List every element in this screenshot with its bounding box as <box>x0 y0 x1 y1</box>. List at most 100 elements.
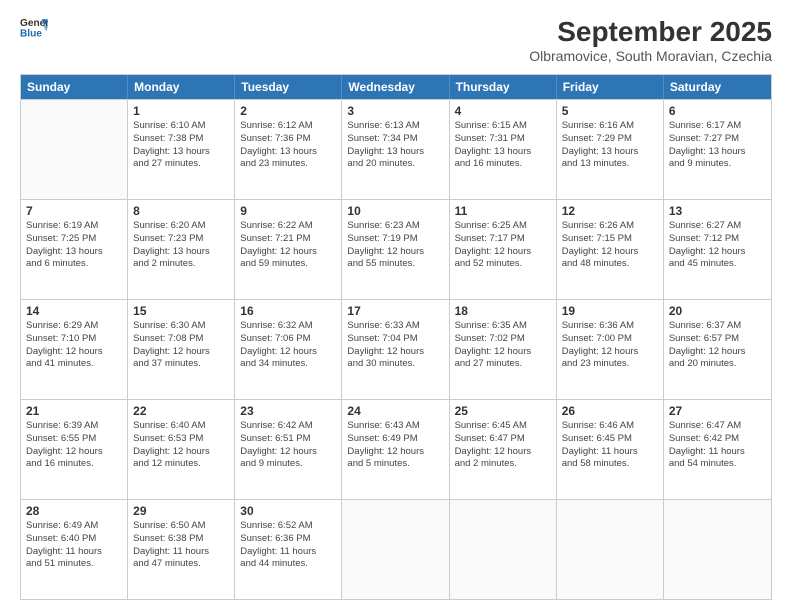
day-number: 4 <box>455 104 551 118</box>
calendar-week-3: 14Sunrise: 6:29 AM Sunset: 7:10 PM Dayli… <box>21 299 771 399</box>
day-info: Sunrise: 6:36 AM Sunset: 7:00 PM Dayligh… <box>562 320 658 371</box>
day-cell-14: 14Sunrise: 6:29 AM Sunset: 7:10 PM Dayli… <box>21 300 128 399</box>
day-info: Sunrise: 6:26 AM Sunset: 7:15 PM Dayligh… <box>562 220 658 271</box>
day-info: Sunrise: 6:42 AM Sunset: 6:51 PM Dayligh… <box>240 420 336 471</box>
day-info: Sunrise: 6:17 AM Sunset: 7:27 PM Dayligh… <box>669 120 766 171</box>
day-number: 5 <box>562 104 658 118</box>
svg-text:Blue: Blue <box>20 28 42 38</box>
day-info: Sunrise: 6:40 AM Sunset: 6:53 PM Dayligh… <box>133 420 229 471</box>
day-number: 13 <box>669 204 766 218</box>
day-number: 18 <box>455 304 551 318</box>
day-number: 9 <box>240 204 336 218</box>
day-cell-2: 2Sunrise: 6:12 AM Sunset: 7:36 PM Daylig… <box>235 100 342 199</box>
day-cell-10: 10Sunrise: 6:23 AM Sunset: 7:19 PM Dayli… <box>342 200 449 299</box>
day-info: Sunrise: 6:35 AM Sunset: 7:02 PM Dayligh… <box>455 320 551 371</box>
location-title: Olbramovice, South Moravian, Czechia <box>529 48 772 64</box>
logo: General Blue <box>20 16 48 38</box>
day-cell-30: 30 Sunrise: 6:52 AM Sunset: 6:36 PM Dayli… <box>235 500 342 599</box>
day-number: 29 <box>133 504 229 518</box>
day-number: 21 <box>26 404 122 418</box>
weekday-header-thursday: Thursday <box>450 75 557 99</box>
calendar-week-1: 1 Sunrise: 6:10 AM Sunset: 7:38 PM Daylig… <box>21 99 771 199</box>
day-info: Sunrise: 6:16 AM Sunset: 7:29 PM Dayligh… <box>562 120 658 171</box>
day-number: 11 <box>455 204 551 218</box>
day-cell-27: 27 Sunrise: 6:47 AM Sunset: 6:42 PM Dayli… <box>664 400 771 499</box>
day-cell-23: 23Sunrise: 6:42 AM Sunset: 6:51 PM Dayli… <box>235 400 342 499</box>
day-cell-3: 3 Sunrise: 6:13 AM Sunset: 7:34 PM Daylig… <box>342 100 449 199</box>
day-number: 8 <box>133 204 229 218</box>
weekday-header-friday: Friday <box>557 75 664 99</box>
calendar: SundayMondayTuesdayWednesdayThursdayFrid… <box>20 74 772 600</box>
day-cell-20: 20 Sunrise: 6:37 AM Sunset: 6:57 PM Dayli… <box>664 300 771 399</box>
day-info: Sunrise: 6:33 AM Sunset: 7:04 PM Dayligh… <box>347 320 443 371</box>
day-number: 17 <box>347 304 443 318</box>
weekday-header-saturday: Saturday <box>664 75 771 99</box>
day-number: 19 <box>562 304 658 318</box>
day-number: 22 <box>133 404 229 418</box>
day-info: Sunrise: 6:13 AM Sunset: 7:34 PM Dayligh… <box>347 120 443 171</box>
day-cell-15: 15 Sunrise: 6:30 AM Sunset: 7:08 PM Dayli… <box>128 300 235 399</box>
day-number: 7 <box>26 204 122 218</box>
day-info: Sunrise: 6:27 AM Sunset: 7:12 PM Dayligh… <box>669 220 766 271</box>
day-cell-28: 28 Sunrise: 6:49 AM Sunset: 6:40 PM Dayli… <box>21 500 128 599</box>
calendar-week-5: 28 Sunrise: 6:49 AM Sunset: 6:40 PM Dayli… <box>21 499 771 599</box>
day-cell-21: 21 Sunrise: 6:39 AM Sunset: 6:55 PM Dayli… <box>21 400 128 499</box>
day-cell-24: 24Sunrise: 6:43 AM Sunset: 6:49 PM Dayli… <box>342 400 449 499</box>
month-title: September 2025 <box>529 16 772 48</box>
day-info: Sunrise: 6:19 AM Sunset: 7:25 PM Dayligh… <box>26 220 122 271</box>
day-number: 3 <box>347 104 443 118</box>
day-number: 30 <box>240 504 336 518</box>
title-block: September 2025 Olbramovice, South Moravi… <box>529 16 772 64</box>
day-info: Sunrise: 6:32 AM Sunset: 7:06 PM Dayligh… <box>240 320 336 371</box>
day-info: Sunrise: 6:15 AM Sunset: 7:31 PM Dayligh… <box>455 120 551 171</box>
day-info: Sunrise: 6:10 AM Sunset: 7:38 PM Dayligh… <box>133 120 229 171</box>
day-cell-5: 5 Sunrise: 6:16 AM Sunset: 7:29 PM Daylig… <box>557 100 664 199</box>
calendar-week-4: 21 Sunrise: 6:39 AM Sunset: 6:55 PM Dayli… <box>21 399 771 499</box>
day-cell-18: 18 Sunrise: 6:35 AM Sunset: 7:02 PM Dayli… <box>450 300 557 399</box>
day-cell-8: 8 Sunrise: 6:20 AM Sunset: 7:23 PM Daylig… <box>128 200 235 299</box>
calendar-body: 1 Sunrise: 6:10 AM Sunset: 7:38 PM Daylig… <box>21 99 771 599</box>
day-info: Sunrise: 6:47 AM Sunset: 6:42 PM Dayligh… <box>669 420 766 471</box>
day-number: 10 <box>347 204 443 218</box>
day-cell-17: 17 Sunrise: 6:33 AM Sunset: 7:04 PM Dayli… <box>342 300 449 399</box>
day-info: Sunrise: 6:30 AM Sunset: 7:08 PM Dayligh… <box>133 320 229 371</box>
day-number: 1 <box>133 104 229 118</box>
day-info: Sunrise: 6:46 AM Sunset: 6:45 PM Dayligh… <box>562 420 658 471</box>
day-info: Sunrise: 6:43 AM Sunset: 6:49 PM Dayligh… <box>347 420 443 471</box>
empty-cell <box>450 500 557 599</box>
day-info: Sunrise: 6:52 AM Sunset: 6:36 PM Dayligh… <box>240 520 336 571</box>
empty-cell <box>342 500 449 599</box>
empty-cell <box>21 100 128 199</box>
day-info: Sunrise: 6:39 AM Sunset: 6:55 PM Dayligh… <box>26 420 122 471</box>
day-cell-1: 1 Sunrise: 6:10 AM Sunset: 7:38 PM Daylig… <box>128 100 235 199</box>
day-cell-6: 6 Sunrise: 6:17 AM Sunset: 7:27 PM Daylig… <box>664 100 771 199</box>
page: General Blue September 2025 Olbramovice,… <box>0 0 792 612</box>
day-info: Sunrise: 6:25 AM Sunset: 7:17 PM Dayligh… <box>455 220 551 271</box>
day-number: 27 <box>669 404 766 418</box>
day-number: 25 <box>455 404 551 418</box>
weekday-header-wednesday: Wednesday <box>342 75 449 99</box>
day-info: Sunrise: 6:37 AM Sunset: 6:57 PM Dayligh… <box>669 320 766 371</box>
day-cell-9: 9 Sunrise: 6:22 AM Sunset: 7:21 PM Daylig… <box>235 200 342 299</box>
day-number: 26 <box>562 404 658 418</box>
day-cell-25: 25Sunrise: 6:45 AM Sunset: 6:47 PM Dayli… <box>450 400 557 499</box>
day-number: 15 <box>133 304 229 318</box>
day-number: 6 <box>669 104 766 118</box>
day-cell-13: 13 Sunrise: 6:27 AM Sunset: 7:12 PM Dayli… <box>664 200 771 299</box>
day-cell-29: 29Sunrise: 6:50 AM Sunset: 6:38 PM Dayli… <box>128 500 235 599</box>
empty-cell <box>557 500 664 599</box>
day-info: Sunrise: 6:12 AM Sunset: 7:36 PM Dayligh… <box>240 120 336 171</box>
day-cell-7: 7 Sunrise: 6:19 AM Sunset: 7:25 PM Daylig… <box>21 200 128 299</box>
calendar-week-2: 7 Sunrise: 6:19 AM Sunset: 7:25 PM Daylig… <box>21 199 771 299</box>
logo-icon: General Blue <box>20 16 48 38</box>
day-info: Sunrise: 6:20 AM Sunset: 7:23 PM Dayligh… <box>133 220 229 271</box>
day-info: Sunrise: 6:49 AM Sunset: 6:40 PM Dayligh… <box>26 520 122 571</box>
day-number: 20 <box>669 304 766 318</box>
day-info: Sunrise: 6:22 AM Sunset: 7:21 PM Dayligh… <box>240 220 336 271</box>
day-cell-12: 12 Sunrise: 6:26 AM Sunset: 7:15 PM Dayli… <box>557 200 664 299</box>
day-cell-19: 19 Sunrise: 6:36 AM Sunset: 7:00 PM Dayli… <box>557 300 664 399</box>
day-number: 28 <box>26 504 122 518</box>
day-info: Sunrise: 6:29 AM Sunset: 7:10 PM Dayligh… <box>26 320 122 371</box>
header: General Blue September 2025 Olbramovice,… <box>20 16 772 64</box>
day-number: 12 <box>562 204 658 218</box>
